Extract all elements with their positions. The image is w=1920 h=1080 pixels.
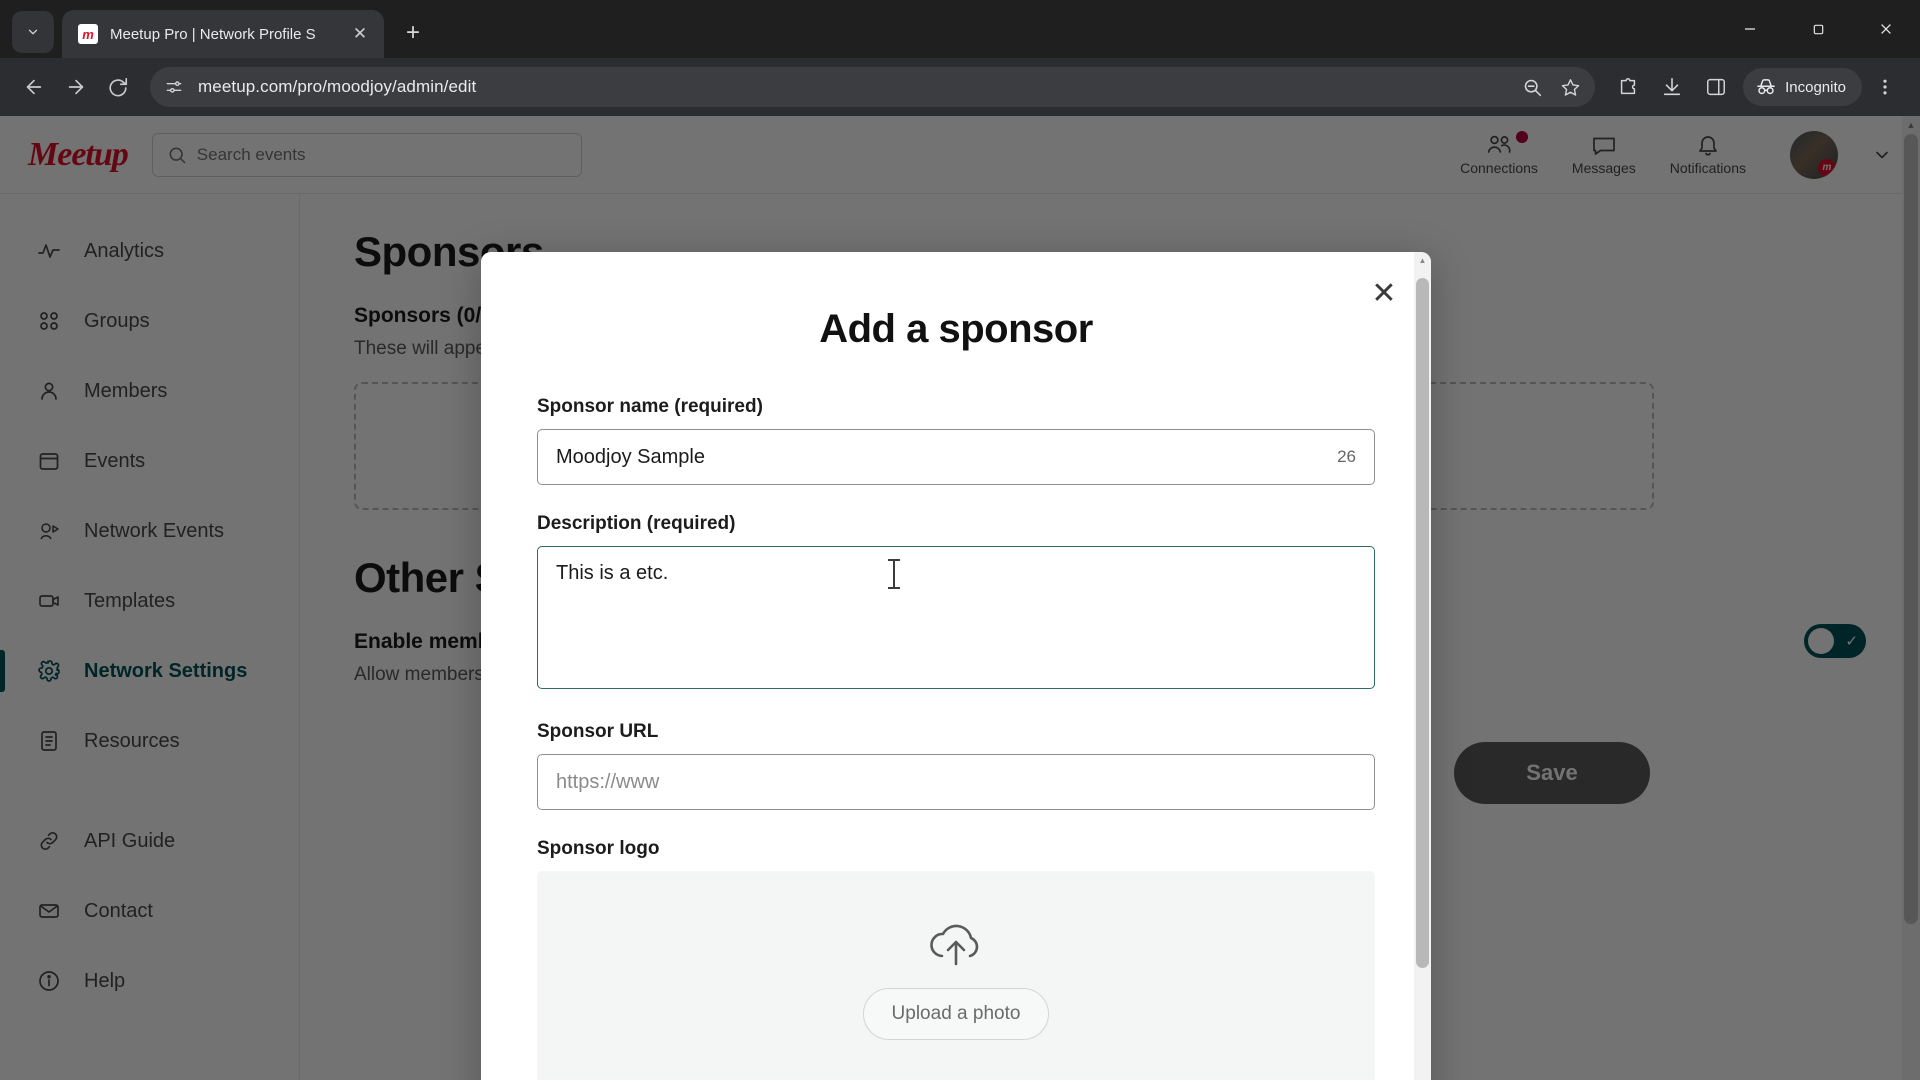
sponsor-url-placeholder: https://www bbox=[556, 770, 660, 793]
extensions-puzzle-icon[interactable] bbox=[1607, 66, 1649, 108]
sponsor-name-label: Sponsor name (required) bbox=[537, 396, 763, 417]
tab-strip: m Meetup Pro | Network Profile S ✕ + bbox=[0, 0, 1920, 58]
add-sponsor-modal: ✕ Add a sponsor Sponsor name (required) … bbox=[481, 252, 1431, 1080]
page-viewport: Meetup Search events Connections bbox=[0, 116, 1920, 1080]
sponsor-name-input[interactable]: Moodjoy Sample 26 bbox=[537, 429, 1375, 485]
browser-window: m Meetup Pro | Network Profile S ✕ + mee… bbox=[0, 0, 1920, 1080]
modal-scroll-thumb[interactable] bbox=[1416, 278, 1429, 968]
incognito-indicator[interactable]: Incognito bbox=[1743, 68, 1862, 106]
reload-button[interactable] bbox=[98, 67, 138, 107]
meetup-favicon-icon: m bbox=[78, 24, 98, 44]
modal-body: Add a sponsor Sponsor name (required) Mo… bbox=[481, 252, 1431, 1080]
incognito-label: Incognito bbox=[1785, 78, 1846, 96]
downloads-icon[interactable] bbox=[1651, 66, 1693, 108]
text-cursor-icon bbox=[888, 559, 900, 589]
sponsor-url-label: Sponsor URL bbox=[537, 721, 659, 742]
browser-tab[interactable]: m Meetup Pro | Network Profile S ✕ bbox=[62, 10, 384, 58]
site-settings-tune-icon[interactable] bbox=[164, 77, 184, 97]
sponsor-name-value: Moodjoy Sample bbox=[556, 445, 705, 468]
new-tab-button[interactable]: + bbox=[396, 16, 430, 50]
address-bar[interactable]: meetup.com/pro/moodjoy/admin/edit bbox=[150, 67, 1596, 107]
zoom-out-icon[interactable] bbox=[1515, 70, 1549, 104]
description-value: This is a etc. bbox=[556, 562, 669, 584]
tab-search-chevron-down-icon[interactable] bbox=[12, 11, 54, 53]
bookmark-star-icon[interactable] bbox=[1553, 70, 1587, 104]
modal-title: Add a sponsor bbox=[819, 307, 1093, 351]
chrome-menu-kebab-icon[interactable] bbox=[1864, 66, 1906, 108]
window-minimize-button[interactable] bbox=[1716, 0, 1784, 58]
close-icon[interactable]: ✕ bbox=[1363, 272, 1405, 314]
window-close-button[interactable] bbox=[1852, 0, 1920, 58]
url-text: meetup.com/pro/moodjoy/admin/edit bbox=[198, 77, 477, 96]
side-panel-icon[interactable] bbox=[1695, 66, 1737, 108]
description-label: Description (required) bbox=[537, 513, 736, 534]
forward-button[interactable] bbox=[56, 67, 96, 107]
upload-photo-button[interactable]: Upload a photo bbox=[862, 988, 1050, 1040]
window-controls bbox=[1716, 0, 1920, 58]
tab-close-icon[interactable]: ✕ bbox=[346, 20, 374, 48]
cloud-upload-icon bbox=[925, 920, 987, 968]
sponsor-logo-label: Sponsor logo bbox=[537, 838, 660, 859]
tab-title: Meetup Pro | Network Profile S bbox=[110, 25, 316, 43]
sponsor-logo-dropzone[interactable]: Upload a photo bbox=[537, 871, 1375, 1080]
modal-scrollbar[interactable]: ▲ ▼ bbox=[1414, 252, 1431, 1080]
back-button[interactable] bbox=[14, 67, 54, 107]
sponsor-name-counter: 26 bbox=[1337, 447, 1356, 466]
sponsor-url-input[interactable]: https://www bbox=[537, 754, 1375, 810]
window-maximize-button[interactable] bbox=[1784, 0, 1852, 58]
incognito-icon bbox=[1755, 78, 1777, 96]
omnibox-actions bbox=[1515, 70, 1587, 104]
description-textarea[interactable]: This is a etc. bbox=[537, 546, 1375, 689]
modal-scroll-up-arrow-icon[interactable]: ▲ bbox=[1414, 252, 1431, 269]
browser-toolbar: meetup.com/pro/moodjoy/admin/edit Incogn… bbox=[0, 58, 1920, 116]
